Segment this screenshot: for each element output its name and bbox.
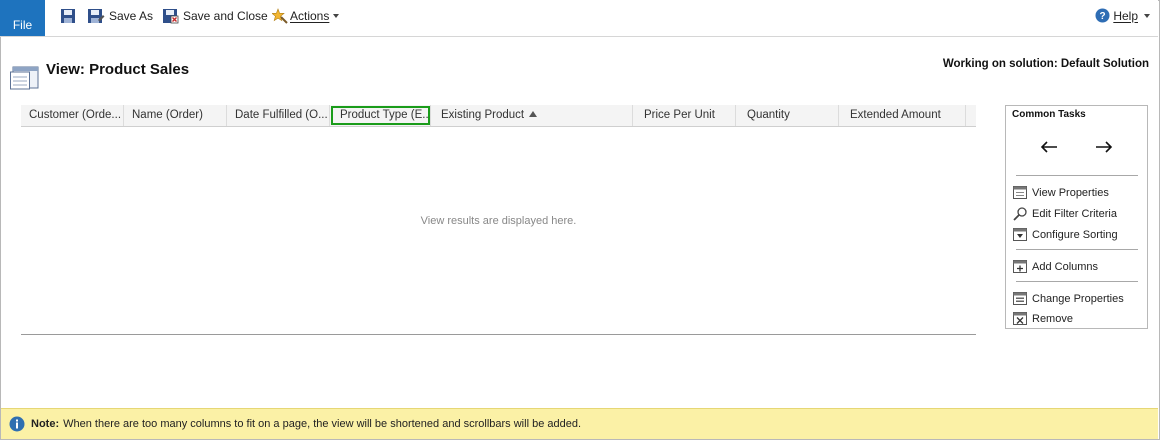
task-label: View Properties [1032,187,1109,199]
task-label: Change Properties [1032,293,1124,305]
column-header-price-per-unit[interactable]: Price Per Unit [633,105,736,126]
column-header-existing-product[interactable]: Existing Product [431,105,633,126]
save-as-label: Save As [109,9,154,23]
save-as-button[interactable]: Save As [87,6,153,26]
column-header-label: Quantity [747,109,790,121]
task-label: Remove [1032,313,1073,325]
note-text: When there are too many columns to fit o… [63,418,582,430]
help-menu-button[interactable]: ? Help [1095,8,1150,23]
save-and-close-label: Save and Close [183,9,268,23]
note-label: Note: [31,418,60,430]
grid-results-area: View results are displayed here. [21,127,976,335]
column-header-label: Extended Amount [850,109,941,121]
column-header-label: Price Per Unit [644,109,715,121]
file-tab[interactable]: File [0,0,45,36]
actions-icon [272,8,288,24]
save-and-close-button[interactable]: Save and Close [162,6,268,26]
save-icon [61,9,75,23]
column-header-label: Existing Product [441,109,525,121]
view-properties-link[interactable]: View Properties [1013,185,1109,201]
chevron-down-icon [1144,13,1150,18]
common-tasks-panel: Common Tasks View Properties Edit Filter… [1005,105,1148,329]
divider [1016,281,1138,282]
column-header-label: Date Fulfilled (O... [235,109,328,121]
column-header-extended-amount[interactable]: Extended Amount [839,105,966,126]
solution-label: Working on solution: Default Solution [942,58,1149,70]
divider [1016,175,1138,176]
column-header-customer[interactable]: Customer (Orde... [21,105,124,126]
change-properties-icon [1013,292,1027,305]
filter-icon [1013,207,1027,221]
move-right-arrow-icon[interactable] [1095,140,1113,154]
common-tasks-title: Common Tasks [1012,109,1086,120]
task-label: Configure Sorting [1032,229,1118,241]
help-label: Help [1113,8,1138,23]
column-header-name[interactable]: Name (Order) [124,105,227,126]
configure-sorting-link[interactable]: Configure Sorting [1013,227,1118,243]
column-header-label: Product Type (E... [340,109,431,121]
task-label: Edit Filter Criteria [1032,208,1117,220]
divider [1016,249,1138,250]
sort-icon [1013,228,1027,241]
actions-label: Actions [290,9,330,23]
grid-column-headers: Customer (Orde... Name (Order) Date Fulf… [21,105,976,127]
remove-link[interactable]: Remove [1013,311,1073,327]
add-columns-link[interactable]: Add Columns [1013,259,1098,275]
edit-filter-criteria-link[interactable]: Edit Filter Criteria [1013,206,1117,222]
sort-ascending-icon [529,111,538,117]
note-bar: Note: When there are too many columns to… [1,408,1158,439]
save-as-icon [88,9,105,23]
view-icon [10,66,39,90]
empty-results-message: View results are displayed here. [420,215,577,227]
task-label: Add Columns [1032,261,1099,273]
page-title: View: Product Sales [46,61,190,78]
info-icon [9,416,25,432]
column-header-label: Name (Order) [132,109,203,121]
chevron-down-icon [333,14,340,18]
column-header-label: Customer (Orde... [29,109,122,121]
remove-icon [1013,312,1027,325]
svg-text:?: ? [1100,11,1106,22]
ribbon-toolbar: File Save As Save and Close Actions ? He… [0,0,1158,37]
move-left-arrow-icon[interactable] [1040,140,1058,154]
column-header-date-fulfilled[interactable]: Date Fulfilled (O... [227,105,330,126]
column-header-product-type[interactable]: Product Type (E... [330,105,431,126]
save-close-icon [163,9,179,24]
change-properties-link[interactable]: Change Properties [1013,291,1124,307]
column-header-quantity[interactable]: Quantity [736,105,839,126]
view-properties-icon [1013,186,1027,199]
help-icon: ? [1095,8,1110,23]
save-button[interactable] [60,6,76,26]
add-columns-icon [1013,260,1027,273]
actions-menu-button[interactable]: Actions [272,6,340,26]
